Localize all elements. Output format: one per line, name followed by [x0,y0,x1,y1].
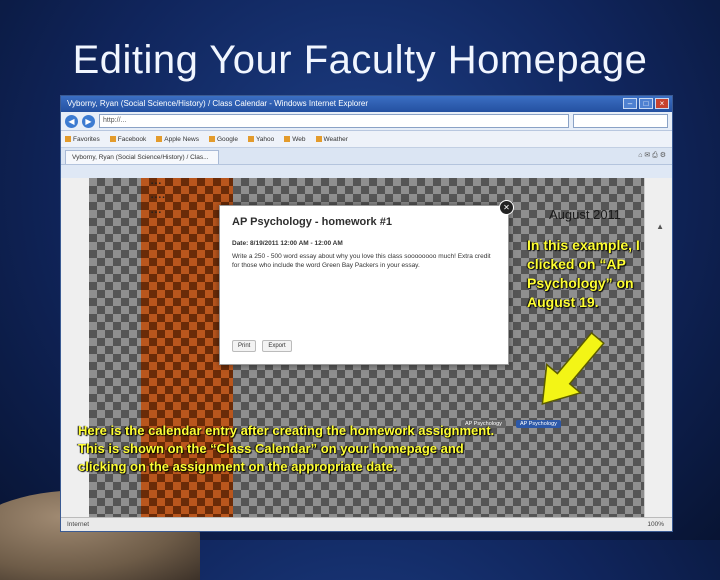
event-title: AP Psychology - homework #1 [232,216,392,228]
page-icon [208,136,215,142]
callout-bottom: Here is the calendar entry after creatin… [78,423,495,474]
tab-class-calendar[interactable]: Vyborny, Ryan (Social Science/History) /… [65,150,219,164]
page-right-margin: ▲ [644,178,672,518]
dialog-actions: Print Export [232,340,292,352]
close-icon[interactable]: ✕ [499,200,514,215]
page-icon [247,136,254,142]
forward-icon[interactable]: ▶ [82,114,95,128]
event-detail-dialog: ✕ AP Psychology - homework #1 Date: 8/19… [219,200,514,365]
page-icon [315,136,322,142]
page-icon [109,136,116,142]
sidebar-link[interactable]: ▪ ▪ ▪ [151,181,161,187]
toolbar-icons[interactable]: ⌂ ✉ ⎙ ⚙ [638,151,666,160]
tab-bar: Vyborny, Ryan (Social Science/History) /… [61,148,672,165]
page-icon [156,136,163,142]
browser-titlebar: Vyborny, Ryan (Social Science/History) /… [61,96,672,112]
favorite-link[interactable]: Google [208,136,238,143]
maximize-icon[interactable]: □ [639,98,653,109]
favorite-link[interactable]: Facebook [109,136,146,143]
slide-title: Editing Your Faculty Homepage [72,38,648,82]
scroll-up-icon[interactable]: ▲ [656,222,664,231]
status-bar: Internet 100% [61,517,672,531]
arrow-pointer-icon [541,331,605,405]
event-date: Date: 8/19/2011 12:00 AM - 12:00 AM [232,240,343,247]
favorite-link[interactable]: Yahoo [247,136,274,143]
print-button[interactable]: Print [232,340,257,352]
search-input[interactable] [573,114,668,128]
arrow-shape [541,331,605,405]
window-title: Vyborny, Ryan (Social Science/History) /… [67,99,368,108]
status-text: Internet [67,521,90,528]
back-icon[interactable]: ◀ [65,114,78,128]
callout-right: In this example, I clicked on “AP Psycho… [527,237,640,310]
event-description: Write a 250 - 500 word essay about why y… [232,253,491,269]
minimize-icon[interactable]: – [623,98,637,109]
favorite-link[interactable]: Favorites [65,136,100,143]
url-input[interactable]: http://... [99,114,569,128]
sidebar-link[interactable]: ▪ ▪ ▪ [151,210,161,216]
sidebar-link[interactable]: ▪ ▪ ▪ ▪ [151,195,165,201]
favorite-link[interactable]: Web [284,136,306,143]
export-button[interactable]: Export [262,340,292,352]
favorite-link[interactable]: Weather [315,136,348,143]
calendar-event[interactable]: AP Psychology [516,420,561,428]
window-controls: – □ × [623,98,669,109]
close-icon[interactable]: × [655,98,669,109]
calendar-month-label: August 2011 [549,207,622,222]
page-icon [284,136,291,142]
address-bar: ◀ ▶ http://... [61,112,672,131]
favorite-link[interactable]: Apple News [156,136,199,143]
zoom-level[interactable]: 100% [647,518,664,532]
star-icon [65,136,71,142]
favorites-bar: Favorites Facebook Apple News Google Yah… [61,131,672,148]
